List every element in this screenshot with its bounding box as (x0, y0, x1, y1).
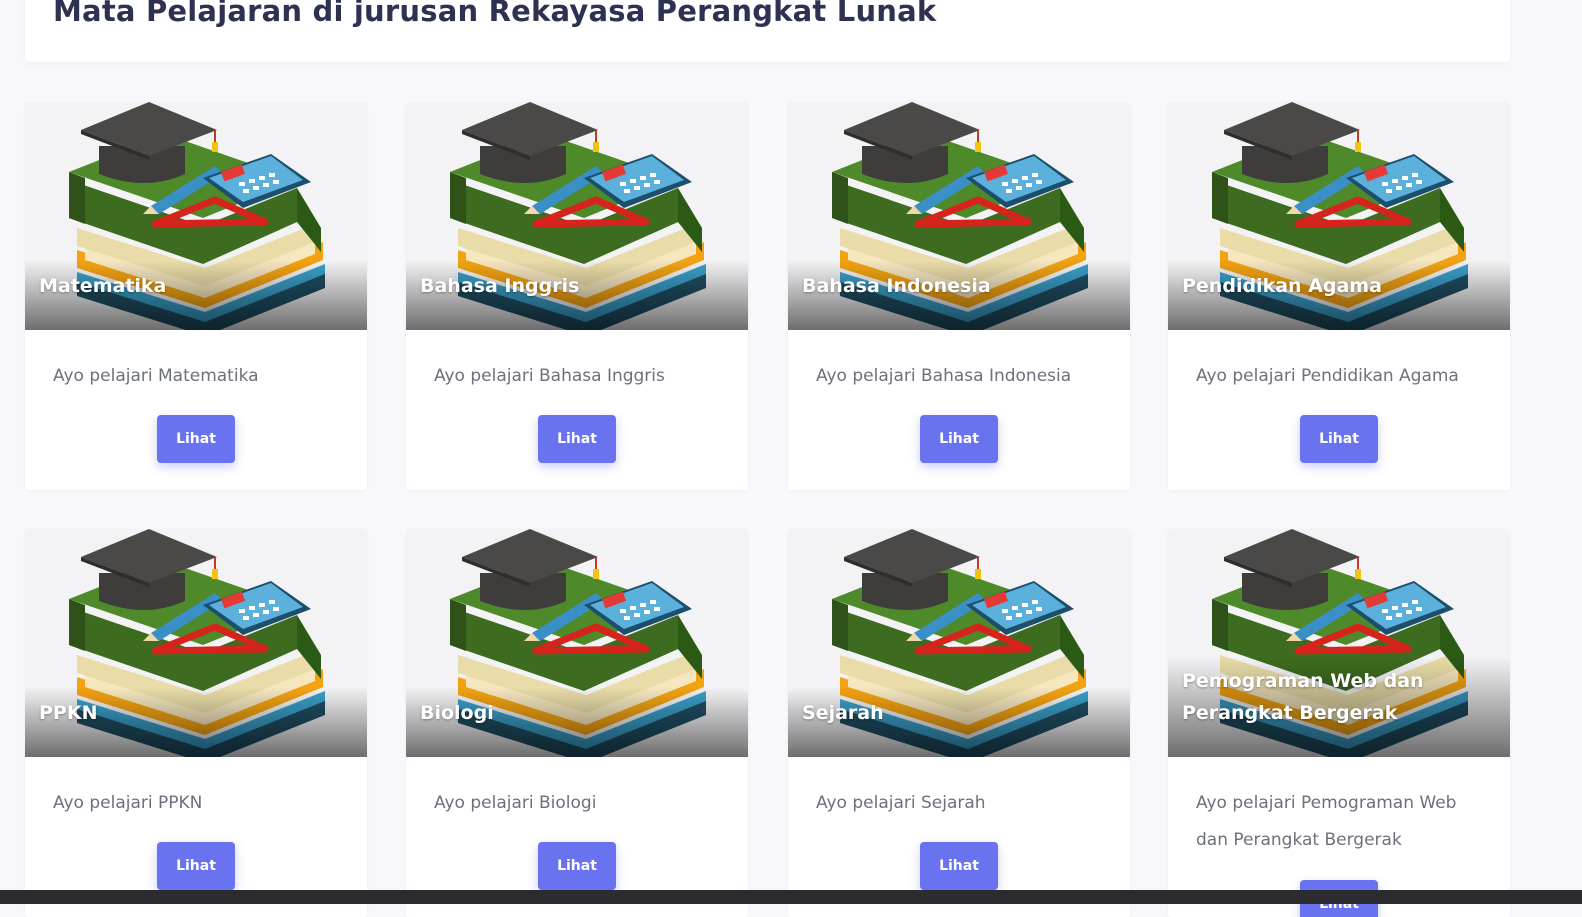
course-card-bahasa-indonesia: Bahasa Indonesia Ayo pelajari Bahasa Ind… (788, 102, 1130, 490)
course-image: Bahasa Indonesia (788, 102, 1130, 330)
course-title: Sejarah (802, 702, 884, 724)
page-title: Mata Pelajaran di jurusan Rekayasa Peran… (53, 0, 937, 28)
course-description: Ayo pelajari Biologi (434, 793, 597, 813)
course-description: Ayo pelajari Bahasa Indonesia (816, 366, 1072, 386)
course-title: Biologi (420, 702, 494, 724)
course-card-biologi: Biologi Ayo pelajari Biologi Lihat (406, 529, 748, 917)
course-description: Ayo pelajari Sejarah (816, 793, 986, 813)
course-title: Bahasa Inggris (420, 275, 580, 297)
course-image: Sejarah (788, 529, 1130, 757)
page-header-card: Mata Pelajaran di jurusan Rekayasa Peran… (25, 0, 1510, 62)
course-card-ppkn: PPKN Ayo pelajari PPKN Lihat (25, 529, 367, 917)
course-card-pendidikan-agama: Pendidikan Agama Ayo pelajari Pendidikan… (1168, 102, 1510, 490)
course-image: Pendidikan Agama (1168, 102, 1510, 330)
course-image: Bahasa Inggris (406, 102, 748, 330)
view-course-button[interactable]: Lihat (920, 842, 998, 890)
course-description: Ayo pelajari Pemograman Web dan Perangka… (1196, 793, 1457, 850)
course-title: Pendidikan Agama (1182, 275, 1382, 297)
course-card-bahasa-inggris: Bahasa Inggris Ayo pelajari Bahasa Inggr… (406, 102, 748, 490)
course-description: Ayo pelajari Matematika (53, 366, 259, 386)
course-image: PPKN (25, 529, 367, 757)
course-card-pemograman-web: Pemograman Web dan Perangkat Bergerak Ay… (1168, 529, 1510, 917)
course-image: Matematika (25, 102, 367, 330)
bottom-bar (0, 890, 1582, 904)
course-card-sejarah: Sejarah Ayo pelajari Sejarah Lihat (788, 529, 1130, 917)
view-course-button[interactable]: Lihat (538, 415, 616, 463)
course-description: Ayo pelajari Bahasa Inggris (434, 366, 665, 386)
view-course-button[interactable]: Lihat (157, 415, 235, 463)
course-card-matematika: Matematika Ayo pelajari Matematika Lihat (25, 102, 367, 490)
course-description: Ayo pelajari PPKN (53, 793, 203, 813)
course-image: Biologi (406, 529, 748, 757)
course-title: Bahasa Indonesia (802, 275, 991, 297)
course-title: Pemograman Web dan Perangkat Bergerak (1182, 670, 1424, 724)
course-description: Ayo pelajari Pendidikan Agama (1196, 366, 1459, 386)
course-title: Matematika (39, 275, 167, 297)
view-course-button[interactable]: Lihat (538, 842, 616, 890)
course-image: Pemograman Web dan Perangkat Bergerak (1168, 529, 1510, 757)
view-course-button[interactable]: Lihat (920, 415, 998, 463)
view-course-button[interactable]: Lihat (157, 842, 235, 890)
course-title: PPKN (39, 702, 98, 724)
view-course-button[interactable]: Lihat (1300, 415, 1378, 463)
